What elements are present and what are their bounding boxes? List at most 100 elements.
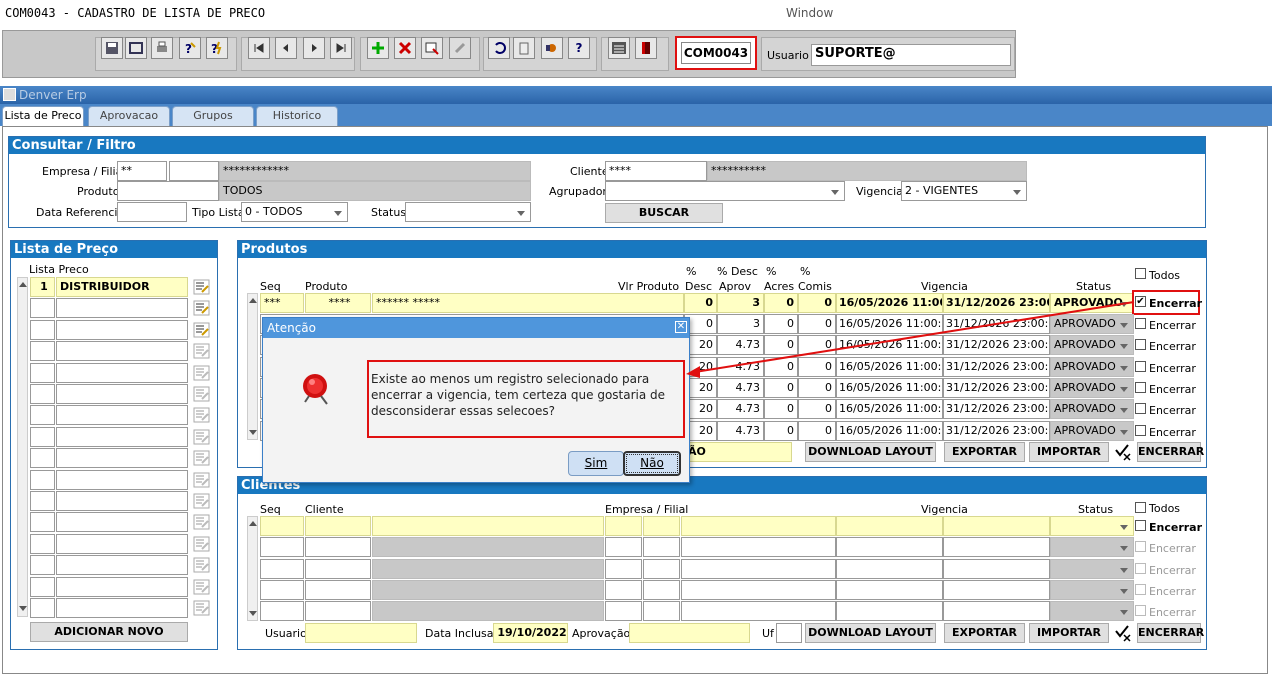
cli-cell[interactable]: [305, 558, 371, 579]
prod-status-select[interactable]: APROVADO: [1050, 314, 1134, 334]
cli-cell[interactable]: [260, 537, 304, 558]
cli-encerrar-checkbox[interactable]: [1135, 562, 1146, 574]
edit-icon[interactable]: [193, 300, 210, 316]
prod-acres-pct[interactable]: 0: [764, 335, 798, 356]
clear-record-icon[interactable]: [421, 37, 443, 59]
cli-cell[interactable]: [836, 579, 943, 600]
lista-num-field[interactable]: 1: [30, 277, 55, 297]
edit-icon[interactable]: [193, 343, 210, 359]
insert-record-icon[interactable]: [367, 37, 389, 59]
cli-cell[interactable]: [943, 558, 1050, 579]
lista-num-field[interactable]: [30, 576, 55, 597]
cli-encerrar-checkbox[interactable]: [1135, 583, 1146, 595]
prod-vig-fim[interactable]: 31/12/2026 23:00:00: [943, 399, 1050, 420]
scroll-up-icon[interactable]: [249, 521, 257, 526]
edit-icon[interactable]: [193, 429, 210, 445]
prod-comis-pct[interactable]: 0: [798, 420, 836, 441]
cli-status-select[interactable]: [1050, 537, 1134, 558]
encerrar-checkbox[interactable]: [1135, 360, 1146, 372]
cli-cell[interactable]: [943, 516, 1050, 536]
cli-cell[interactable]: [681, 579, 836, 600]
exit-icon[interactable]: [635, 37, 657, 59]
cli-cell[interactable]: [260, 601, 304, 622]
edit-icon[interactable]: [193, 472, 210, 488]
prod-comis-pct[interactable]: 0: [798, 399, 836, 420]
checklist-icon[interactable]: [1113, 623, 1133, 643]
prod-comis-pct[interactable]: 0: [798, 293, 836, 313]
lista-name-field[interactable]: [56, 512, 188, 533]
prod-vig-fim[interactable]: 31/12/2026 23:00:00: [943, 420, 1050, 441]
cli-cell[interactable]: [836, 516, 943, 536]
prod-vig-ini[interactable]: 16/05/2026 11:00:00: [836, 420, 943, 441]
first-record-icon[interactable]: [248, 37, 270, 59]
edit-icon[interactable]: [193, 536, 210, 552]
prod-vig-ini[interactable]: 16/05/2026 11:00:00: [836, 377, 943, 398]
lista-scrollbar[interactable]: [17, 277, 28, 617]
encerrar-checkbox[interactable]: [1135, 403, 1146, 415]
cli-cell[interactable]: [605, 516, 642, 536]
lista-name-field[interactable]: [56, 555, 188, 576]
agrupador-select[interactable]: [605, 181, 845, 201]
lista-num-field[interactable]: [30, 426, 55, 447]
cli-cell[interactable]: [605, 601, 642, 622]
cli-encerrar-checkbox[interactable]: [1135, 520, 1146, 531]
prod-acres-pct[interactable]: 0: [764, 399, 798, 420]
lista-name-field[interactable]: [56, 319, 188, 340]
cli-usuario-field[interactable]: [305, 623, 417, 643]
cli-cell[interactable]: [305, 516, 371, 536]
lista-num-field[interactable]: [30, 555, 55, 576]
produtos-encerrar-button[interactable]: ENCERRAR: [1137, 442, 1204, 462]
clientes-encerrar-button[interactable]: ENCERRAR: [1137, 623, 1204, 643]
undo-icon[interactable]: [488, 37, 510, 59]
prod-status-select[interactable]: APROVADO: [1050, 420, 1134, 441]
window-icon[interactable]: [125, 37, 147, 59]
prod-vig-fim[interactable]: 31/12/2026 23:00:00: [943, 314, 1050, 334]
prod-cod-field[interactable]: ****: [305, 293, 371, 313]
produtos-todos-checkbox[interactable]: [1135, 268, 1146, 279]
cli-cell[interactable]: [305, 579, 371, 600]
encerrar-checkbox[interactable]: [1135, 381, 1146, 393]
prod-acres-pct[interactable]: 0: [764, 356, 798, 377]
scroll-down-icon[interactable]: [249, 611, 257, 616]
cli-status-select[interactable]: [1050, 516, 1134, 536]
prod-vig-ini[interactable]: 16/05/2026 11:00:00: [836, 314, 943, 334]
lista-num-field[interactable]: [30, 319, 55, 340]
uf-field[interactable]: [776, 623, 802, 643]
lista-name-field[interactable]: [56, 491, 188, 511]
prod-status-select[interactable]: APROVADO: [1050, 377, 1134, 398]
prod-status-select[interactable]: APROVADO: [1050, 399, 1134, 420]
prod-comis-pct[interactable]: 0: [798, 314, 836, 334]
prod-vig-fim[interactable]: 31/12/2026 23:00:00: [943, 377, 1050, 398]
prod-vig-fim[interactable]: 31/12/2026 23:00:00: [943, 335, 1050, 356]
lista-name-field[interactable]: DISTRIBUIDOR: [56, 277, 188, 297]
tab-historico[interactable]: Historico: [256, 106, 338, 126]
lista-num-field[interactable]: [30, 298, 55, 319]
filial-field[interactable]: [169, 161, 219, 181]
prod-acres-pct[interactable]: 0: [764, 314, 798, 334]
lista-name-field[interactable]: [56, 469, 188, 490]
prod-status-select[interactable]: APROVADO: [1050, 335, 1134, 356]
produtos-exportar-button[interactable]: EXPORTAR: [944, 442, 1025, 462]
lista-name-field[interactable]: [56, 384, 188, 404]
cli-cell[interactable]: [643, 558, 680, 579]
lista-num-field[interactable]: [30, 448, 55, 469]
cli-cell[interactable]: [260, 558, 304, 579]
cli-cell[interactable]: [681, 537, 836, 558]
prod-vig-fim[interactable]: 31/12/2026 23:00:00: [943, 293, 1050, 313]
lista-name-field[interactable]: [56, 576, 188, 597]
status-select[interactable]: [405, 202, 531, 222]
vigencia-select[interactable]: 2 - VIGENTES: [901, 181, 1027, 201]
usuario-field[interactable]: SUPORTE@: [811, 44, 1011, 66]
sim-button[interactable]: Sim: [568, 451, 624, 476]
clientes-todos-checkbox[interactable]: [1135, 502, 1146, 513]
save-icon[interactable]: [101, 37, 123, 59]
prod-comis-pct[interactable]: 0: [798, 335, 836, 356]
clientes-exportar-button[interactable]: EXPORTAR: [944, 623, 1025, 643]
clientes-scrollbar[interactable]: [247, 516, 258, 621]
lista-name-field[interactable]: [56, 426, 188, 447]
lista-num-field[interactable]: [30, 598, 55, 618]
prod-vig-ini[interactable]: 16/05/2026 11:00:00: [836, 356, 943, 377]
prod-desc-pct[interactable]: 0: [684, 293, 717, 313]
next-record-icon[interactable]: [303, 37, 325, 59]
cli-cell[interactable]: [836, 558, 943, 579]
